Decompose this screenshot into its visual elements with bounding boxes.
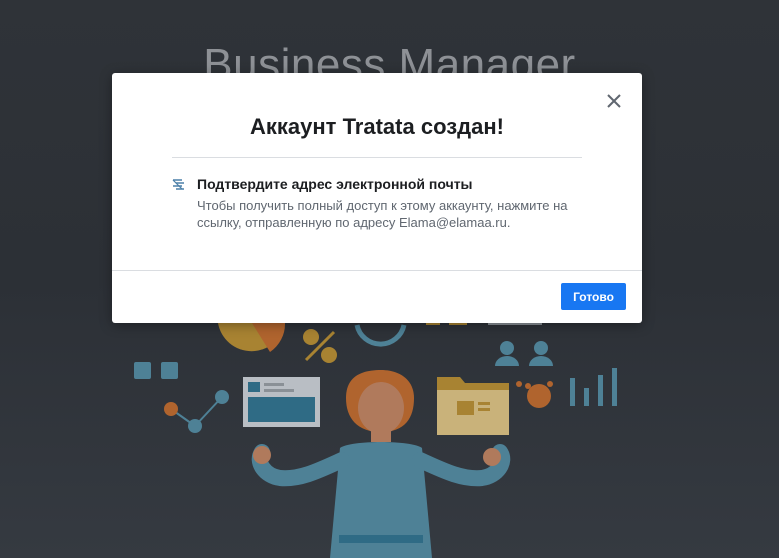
dialog-title: Аккаунт Tratata создан! xyxy=(250,114,504,139)
account-created-dialog: Аккаунт Tratata создан! Подтвердите адре… xyxy=(112,73,642,323)
pie-chart-illustration xyxy=(218,323,286,352)
browser-window-illustration xyxy=(243,377,320,427)
close-icon[interactable] xyxy=(604,91,624,111)
mail-icon xyxy=(172,179,184,190)
folder-illustration xyxy=(437,377,509,435)
footer-divider xyxy=(112,270,642,271)
confirm-email-text: Чтобы получить полный доступ к этому акк… xyxy=(197,198,568,230)
ring-illustration xyxy=(354,324,407,347)
bar-chart-illustration xyxy=(570,368,617,406)
divider xyxy=(172,157,582,158)
network-illustration xyxy=(164,390,229,433)
people-icon xyxy=(495,341,553,366)
done-button[interactable]: Готово xyxy=(561,283,626,310)
dots-illustration xyxy=(516,381,553,408)
confirm-email-heading: Подтвердите адрес электронной почты xyxy=(197,176,473,192)
percent-illustration xyxy=(303,329,337,363)
